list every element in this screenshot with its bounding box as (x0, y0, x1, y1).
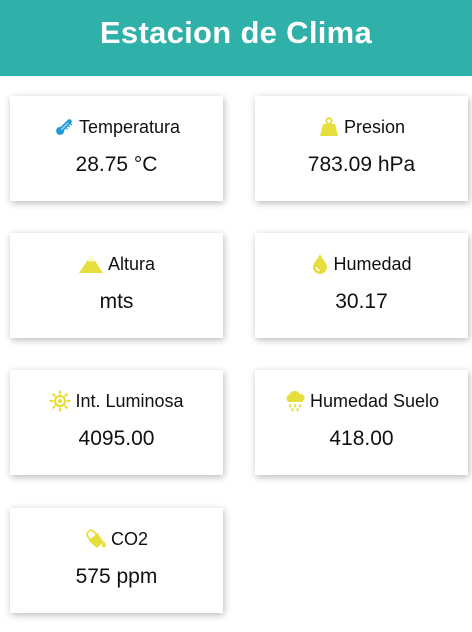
card-humedad-suelo: Humedad Suelo 418.00 (255, 370, 468, 475)
card-header: Humedad Suelo (284, 389, 439, 413)
card-header: Int. Luminosa (49, 389, 184, 413)
card-header: Presion (318, 115, 405, 139)
thermometer-icon (53, 116, 75, 138)
card-temperatura: Temperatura 28.75 °C (10, 96, 223, 201)
card-presion: Presion 783.09 hPa (255, 96, 468, 201)
card-value: mts (99, 290, 134, 313)
card-header: Humedad (311, 252, 412, 276)
card-co2: CO2 575 ppm (10, 508, 223, 613)
card-altura: Altura mts (10, 233, 223, 338)
card-header: CO2 (85, 527, 148, 551)
page-title: Estacion de Clima (99, 15, 373, 50)
card-value: 4095.00 (78, 427, 155, 450)
card-value: 30.17 (335, 290, 388, 313)
card-label: CO2 (110, 528, 148, 549)
card-header: Altura (78, 252, 155, 276)
mountain-icon (78, 253, 104, 275)
card-label: Humedad Suelo (309, 390, 440, 411)
card-value: 418.00 (329, 427, 394, 450)
header-bar: Estacion de Clima (0, 0, 472, 76)
card-value: 783.09 hPa (307, 153, 416, 176)
sun-icon (49, 390, 72, 412)
card-label: Presion (343, 116, 406, 137)
weight-icon (318, 116, 340, 138)
card-label: Int. Luminosa (75, 390, 184, 411)
card-int-luminosa: Int. Luminosa 4095.00 (10, 370, 223, 475)
card-header: Temperatura (53, 115, 180, 139)
card-label: Temperatura (78, 116, 181, 137)
card-value: 575 ppm (75, 565, 158, 588)
card-value: 28.75 °C (75, 153, 158, 176)
water-drop-icon (311, 253, 329, 275)
card-humedad: Humedad 30.17 (255, 233, 468, 338)
fill-bucket-icon (85, 528, 107, 550)
cloud-rain-icon (284, 390, 306, 412)
card-label: Altura (107, 253, 156, 274)
card-label: Humedad (333, 253, 412, 274)
